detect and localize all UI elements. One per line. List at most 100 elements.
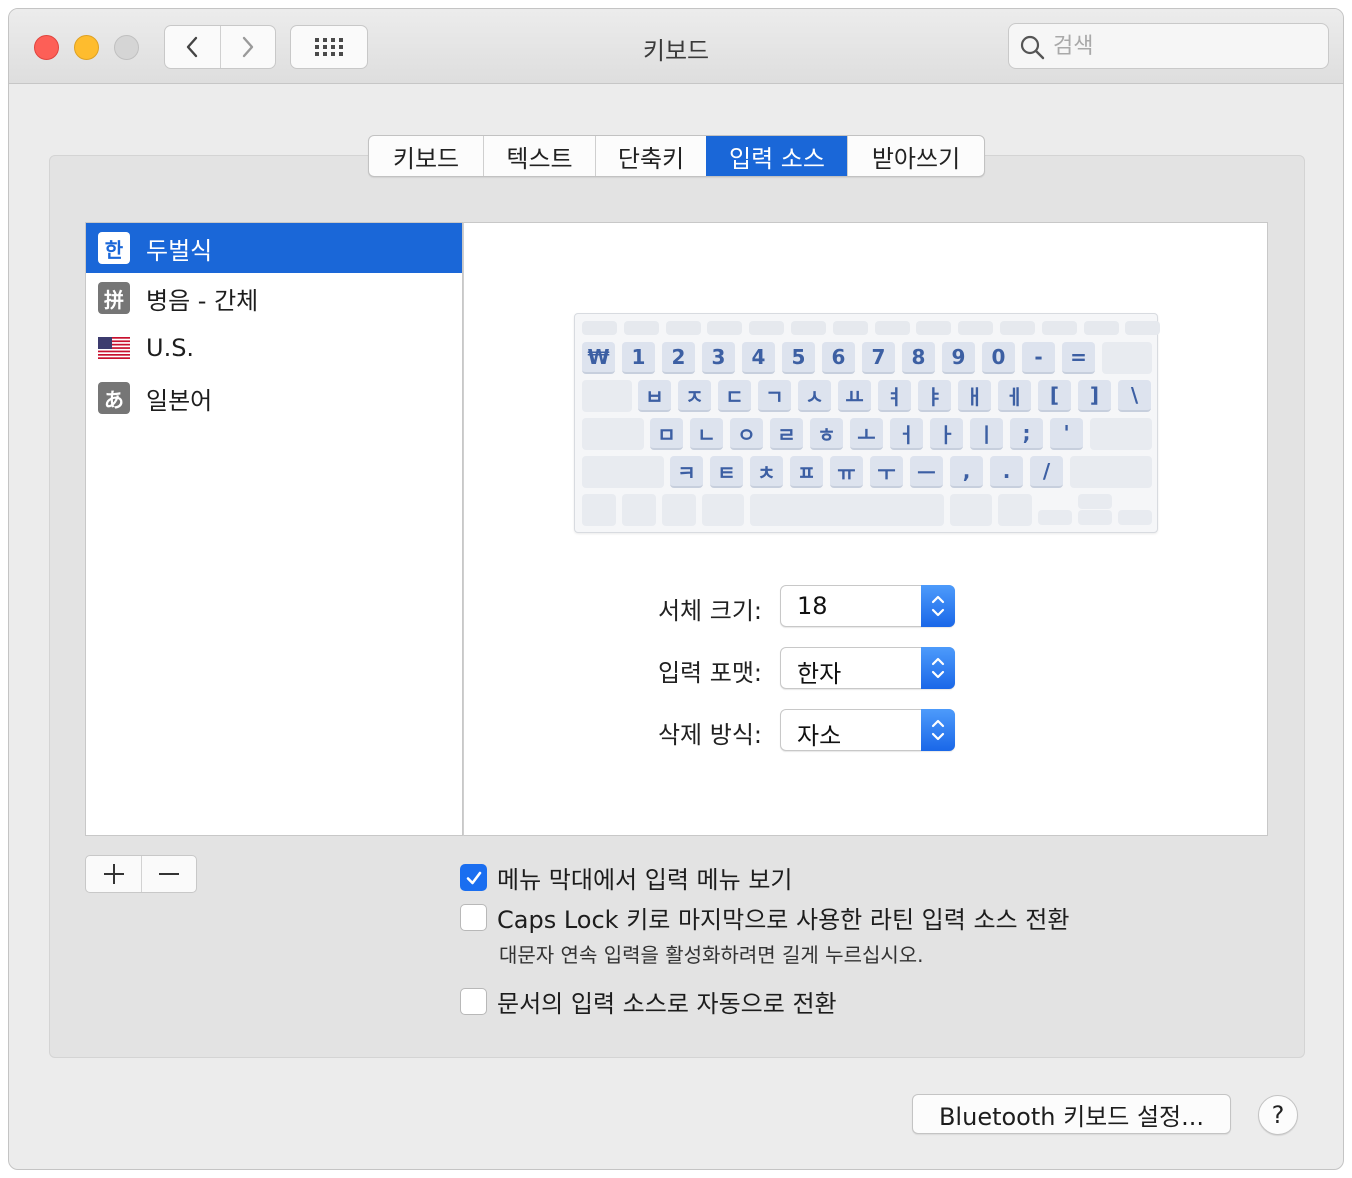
command-key [950,494,992,526]
keyboard-key: ㅅ [798,380,831,412]
delete-mode-popup[interactable]: 자소 [780,709,955,751]
caps-lock-key [582,418,644,450]
show-input-menu-checkbox[interactable] [460,864,487,891]
pinyin-icon: 拼 [98,282,130,314]
keyboard-key: ㅎ [810,418,843,450]
keyboard-key: 0 [982,342,1015,374]
input-source-detail: ₩1 2 3 4 5 6 7 8 9 0- = ㅂㅈㄷㄱㅅㅛㅕㅑㅐㅔ[] \ ㅁㄴㅇㄹㅎㅗㅓㅏㅣ; ' ㅋㅌㅊ… [463,222,1268,836]
tab-text[interactable]: 텍스트 [483,136,595,176]
keyboard-key: ㅓ [890,418,923,450]
tab-key [582,380,632,412]
add-source-button[interactable] [86,856,141,892]
source-label: 일본어 [146,386,213,415]
arrow-up-key [1078,494,1112,509]
function-key [749,321,785,335]
help-button[interactable]: ? [1258,1095,1298,1135]
font-size-label: 서체 크기: [657,597,762,625]
function-key [665,321,701,335]
keyboard-key: , [950,456,983,488]
keyboard-key: ' [1050,418,1083,450]
tab-shortcuts[interactable]: 단축키 [595,136,706,176]
tab-dictation[interactable]: 받아쓰기 [847,136,984,176]
function-key [1041,321,1077,335]
keyboard-key: ㅐ [958,380,991,412]
keyboard-key: 8 [902,342,935,374]
input-source-list: 한 두벌식 拼 병음 - 간체 U.S. あ 일본어 [85,222,463,836]
keyboard-key: ㅋ [670,456,703,488]
function-key [874,321,910,335]
list-item-us[interactable]: U.S. [86,323,462,373]
function-key [707,321,743,335]
option-key [998,494,1032,526]
list-item-japanese[interactable]: あ 일본어 [86,373,462,423]
updown-arrows-icon [921,585,955,627]
function-key [916,321,952,335]
keyboard-key: . [990,456,1023,488]
tab-input-sources[interactable]: 입력 소스 [706,136,847,176]
search-icon [1020,35,1045,60]
delete-mode-value: 자소 [797,722,842,750]
function-key [1000,321,1035,335]
preferences-window: 키보드 키보드 텍스트 단축키 입력 소스 받아쓰기 한 두벌식 拼 병음 - … [8,8,1344,1170]
keyboard-key: ㅕ [878,380,911,412]
font-size-popup[interactable]: 18 [780,585,955,627]
function-key [832,321,868,335]
search-input[interactable] [1053,30,1313,62]
keyboard-key: ㅇ [730,418,763,450]
tab-keyboard[interactable]: 키보드 [369,136,483,176]
function-key [582,321,617,335]
keyboard-key: 5 [782,342,815,374]
search-field[interactable] [1008,23,1329,69]
tab-bar: 키보드 텍스트 단축키 입력 소스 받아쓰기 [368,135,985,177]
remove-source-button[interactable] [141,856,196,892]
return-key [1090,418,1152,450]
arrow-left-key [1038,510,1072,525]
input-format-popup[interactable]: 한자 [780,647,955,689]
caps-lock-option[interactable]: Caps Lock 키로 마지막으로 사용한 라틴 입력 소스 전환 [460,900,1069,935]
keyboard-key: ㅛ [838,380,871,412]
auto-switch-label: 문서의 입력 소스로 자동으로 전환 [497,990,837,1018]
keyboard-key: 6 [822,342,855,374]
keyboard-layout-preview: ₩1 2 3 4 5 6 7 8 9 0- = ㅂㅈㄷㄱㅅㅛㅕㅑㅐㅔ[] \ ㅁㄴㅇㄹㅎㅗㅓㅏㅣ; ' ㅋㅌㅊ… [574,313,1161,533]
delete-mode-row: 삭제 방식: 자소 [464,709,1267,751]
fn-key [582,494,616,526]
keyboard-key: 2 [662,342,695,374]
updown-arrows-icon [921,647,955,689]
font-size-row: 서체 크기: 18 [464,585,1267,627]
delete-mode-label: 삭제 방식: [657,721,762,749]
updown-arrows-icon [921,709,955,751]
keyboard-key: ㄹ [770,418,803,450]
keyboard-key: ㅂ [638,380,671,412]
list-item-korean-2set[interactable]: 한 두벌식 [86,223,462,273]
shift-key [582,456,664,488]
keyboard-key: ㄴ [690,418,723,450]
caps-lock-hint: 대문자 연속 입력을 활성화하려면 길게 누르십시오. [499,943,924,967]
keyboard-key: - [1022,342,1055,374]
keyboard-key: ㅌ [710,456,743,488]
keyboard-key: ㅁ [650,418,683,450]
keyboard-key: ₩ [582,342,615,374]
show-input-menu-option[interactable]: 메뉴 막대에서 입력 메뉴 보기 [460,860,792,895]
keyboard-key: 4 [742,342,775,374]
function-key [958,321,994,335]
keyboard-key: ㅔ [998,380,1031,412]
shift-key [1070,456,1152,488]
command-key [702,494,744,526]
keyboard-key: ㄱ [758,380,791,412]
auto-switch-option[interactable]: 문서의 입력 소스로 자동으로 전환 [460,984,837,1019]
list-item-pinyin[interactable]: 拼 병음 - 간체 [86,273,462,323]
keyboard-key: ㅑ [918,380,951,412]
keyboard-key: ㅠ [830,456,863,488]
keyboard-key: 9 [942,342,975,374]
control-key [622,494,656,526]
caps-lock-checkbox[interactable] [460,904,487,931]
keyboard-key: ㅡ [910,456,943,488]
keyboard-key: \ [1118,380,1151,412]
source-label: 병음 - 간체 [146,286,259,315]
bluetooth-keyboard-setup-button[interactable]: Bluetooth 키보드 설정... [912,1094,1231,1134]
option-key [662,494,696,526]
minus-icon [159,873,179,875]
delete-key [1102,342,1152,374]
keyboard-key: ; [1010,418,1043,450]
auto-switch-checkbox[interactable] [460,988,487,1015]
